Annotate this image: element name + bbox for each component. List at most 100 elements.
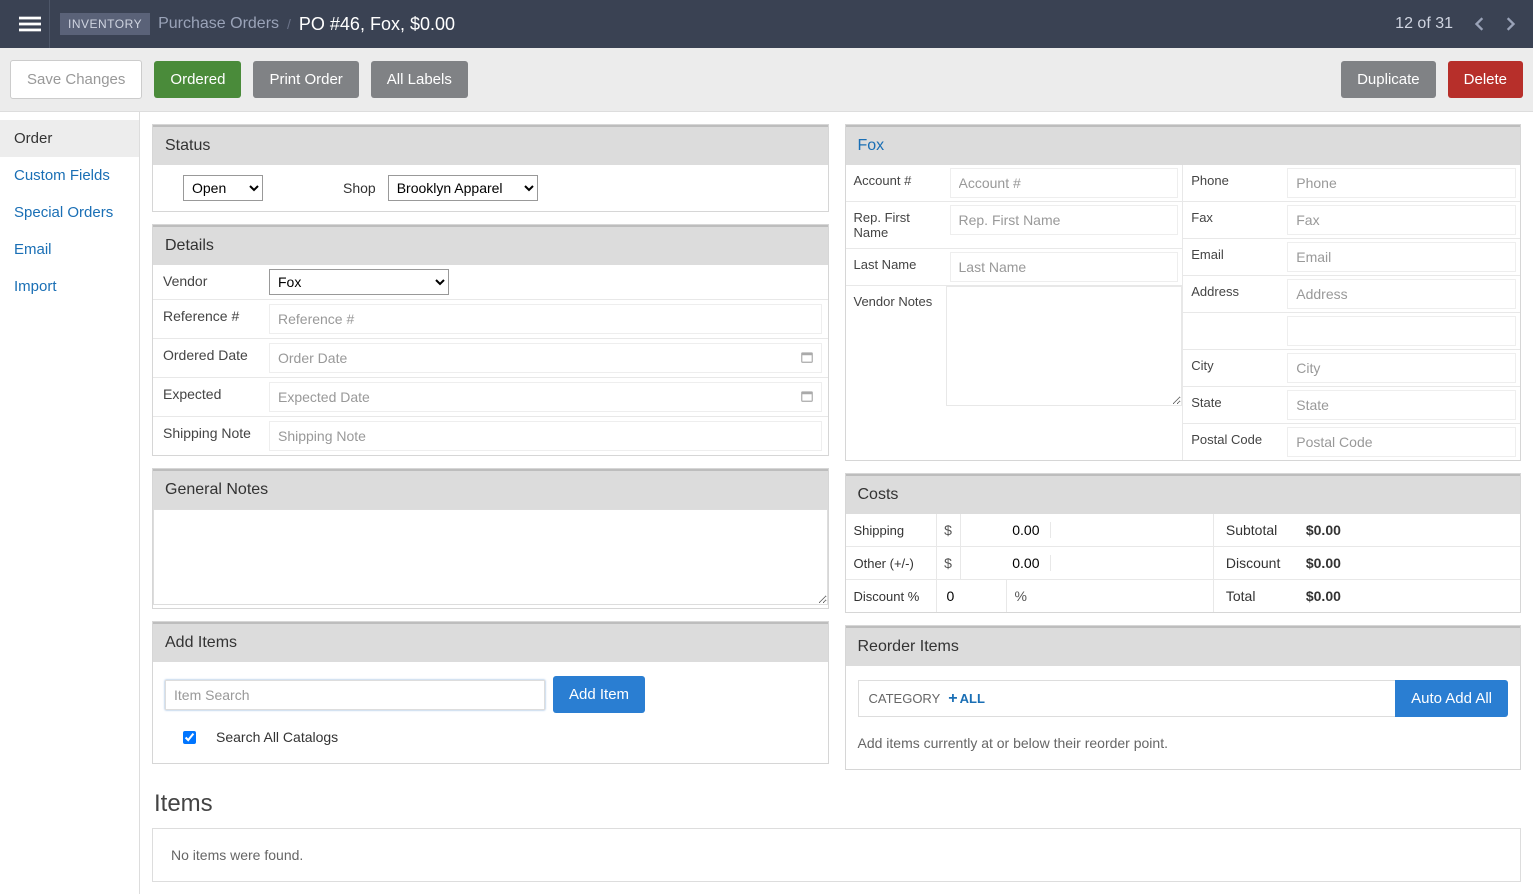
item-search-input[interactable] — [165, 680, 545, 710]
phone-input[interactable] — [1287, 168, 1516, 198]
total-value: $0.00 — [1306, 588, 1341, 604]
reorder-help-text: Add items currently at or below their re… — [858, 735, 1509, 751]
email-input[interactable] — [1287, 242, 1516, 272]
fax-input[interactable] — [1287, 205, 1516, 235]
auto-add-all-button[interactable]: Auto Add All — [1395, 680, 1508, 717]
state-input[interactable] — [1287, 390, 1516, 420]
breadcrumb-parent[interactable]: Purchase Orders — [158, 15, 279, 33]
vendor-name-link[interactable]: Fox — [846, 125, 1521, 165]
details-header: Details — [153, 225, 828, 265]
add-items-header: Add Items — [153, 622, 828, 662]
inventory-badge[interactable]: INVENTORY — [60, 13, 150, 35]
sidebar-item-order[interactable]: Order — [0, 120, 139, 157]
rep-first-input[interactable] — [950, 205, 1179, 235]
discount-label: Discount — [1226, 555, 1306, 571]
phone-label: Phone — [1183, 165, 1283, 201]
postal-label: Postal Code — [1183, 424, 1283, 460]
general-notes-header: General Notes — [153, 469, 828, 509]
shop-select[interactable]: Brooklyn Apparel — [388, 175, 538, 201]
topbar: INVENTORY Purchase Orders / PO #46, Fox,… — [0, 0, 1533, 48]
account-label: Account # — [846, 165, 946, 201]
prev-record-icon[interactable] — [1467, 12, 1491, 36]
status-panel: Status Open Shop Brooklyn Apparel — [152, 124, 829, 212]
delete-button[interactable]: Delete — [1448, 61, 1523, 98]
labels-button[interactable]: All Labels — [371, 61, 468, 98]
fax-label: Fax — [1183, 202, 1283, 238]
discount-value: $0.00 — [1306, 555, 1341, 571]
sidebar-item-email[interactable]: Email — [0, 231, 139, 268]
subtotal-label: Subtotal — [1226, 522, 1306, 538]
record-counter: 12 of 31 — [1395, 15, 1453, 33]
postal-input[interactable] — [1287, 427, 1516, 457]
vendor-select[interactable]: Fox — [269, 269, 449, 295]
ordered-button[interactable]: Ordered — [154, 61, 241, 98]
subtotal-value: $0.00 — [1306, 522, 1341, 538]
general-notes-panel: General Notes — [152, 468, 829, 609]
email-label: Email — [1183, 239, 1283, 275]
shipping-input[interactable] — [961, 514, 1050, 546]
reorder-panel: Reorder Items CATEGORY + ALL Auto Add Al… — [845, 625, 1522, 770]
reference-input[interactable] — [269, 304, 822, 334]
ordered-date-label: Ordered Date — [153, 339, 263, 377]
currency-symbol: $ — [936, 514, 960, 546]
breadcrumb-title: PO #46, Fox, $0.00 — [299, 14, 455, 35]
address-label: Address — [1183, 276, 1283, 312]
hamburger-menu-icon[interactable] — [10, 0, 50, 48]
vendor-label: Vendor — [153, 265, 263, 299]
address2-input[interactable] — [1287, 316, 1516, 346]
sidebar-item-import[interactable]: Import — [0, 268, 139, 305]
print-button[interactable]: Print Order — [253, 61, 358, 98]
costs-header: Costs — [846, 474, 1521, 514]
total-label: Total — [1226, 588, 1306, 604]
search-all-catalogs-checkbox[interactable] — [183, 731, 196, 744]
save-button: Save Changes — [10, 60, 142, 99]
account-input[interactable] — [950, 168, 1179, 198]
last-name-input[interactable] — [950, 252, 1179, 282]
discount-pct-label: Discount % — [846, 581, 936, 612]
add-item-button[interactable]: Add Item — [553, 676, 645, 713]
add-items-panel: Add Items Add Item Search All Catalogs — [152, 621, 829, 764]
sidebar-item-special-orders[interactable]: Special Orders — [0, 194, 139, 231]
category-filter[interactable]: CATEGORY + ALL — [858, 680, 1396, 717]
shipping-note-input[interactable] — [269, 421, 822, 451]
status-header: Status — [153, 125, 828, 165]
items-section: Items No items were found. — [152, 790, 1521, 882]
state-label: State — [1183, 387, 1283, 423]
shipping-note-label: Shipping Note — [153, 417, 263, 455]
sidebar-item-custom-fields[interactable]: Custom Fields — [0, 157, 139, 194]
general-notes-textarea[interactable] — [153, 509, 828, 605]
discount-pct-input[interactable] — [937, 580, 1006, 612]
currency-symbol: $ — [936, 547, 960, 579]
percent-symbol: % — [1006, 580, 1046, 612]
items-empty-message: No items were found. — [152, 828, 1521, 882]
shipping-label: Shipping — [846, 515, 936, 546]
status-select[interactable]: Open — [183, 175, 263, 201]
rep-first-label: Rep. First Name — [846, 202, 946, 248]
sidebar: Order Custom Fields Special Orders Email… — [0, 112, 140, 894]
details-panel: Details Vendor Fox Reference # Ordered D… — [152, 224, 829, 456]
expected-label: Expected — [153, 378, 263, 416]
calendar-icon[interactable] — [800, 389, 814, 406]
action-bar: Save Changes Ordered Print Order All Lab… — [0, 48, 1533, 112]
duplicate-button[interactable]: Duplicate — [1341, 61, 1436, 98]
city-input[interactable] — [1287, 353, 1516, 383]
other-input[interactable] — [961, 547, 1050, 579]
add-category-icon[interactable]: + ALL — [948, 690, 985, 708]
shop-label: Shop — [343, 180, 376, 196]
other-label: Other (+/-) — [846, 548, 936, 579]
last-name-label: Last Name — [846, 249, 946, 285]
expected-date-input[interactable] — [269, 382, 822, 412]
vendor-notes-label: Vendor Notes — [846, 286, 946, 317]
vendor-notes-textarea[interactable] — [946, 286, 1183, 406]
next-record-icon[interactable] — [1499, 12, 1523, 36]
category-label: CATEGORY — [869, 691, 941, 706]
ordered-date-input[interactable] — [269, 343, 822, 373]
calendar-icon[interactable] — [800, 350, 814, 367]
city-label: City — [1183, 350, 1283, 386]
breadcrumb-separator: / — [287, 16, 291, 32]
reorder-header: Reorder Items — [846, 626, 1521, 666]
address-input[interactable] — [1287, 279, 1516, 309]
reference-label: Reference # — [153, 300, 263, 338]
costs-panel: Costs Shipping $ Other (+/-) $ — [845, 473, 1522, 613]
address2-label — [1183, 313, 1283, 349]
